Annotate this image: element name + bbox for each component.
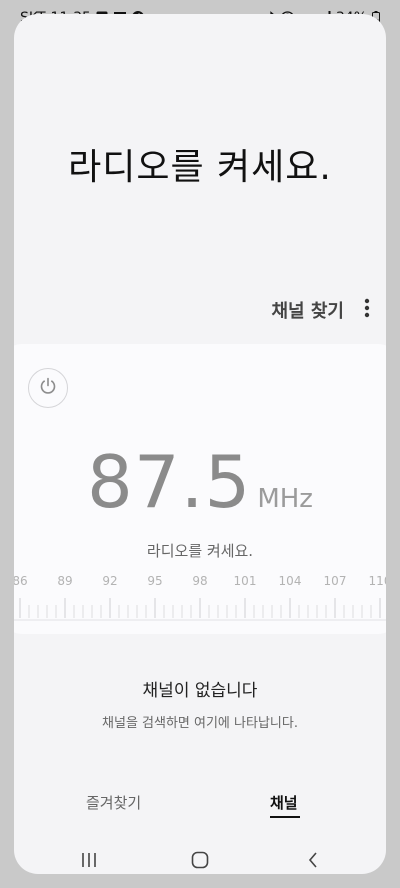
tuner-card: 87.5 MHz 라디오를 켜세요. 86 89 92 95 98 101 104 107 11…	[14, 344, 386, 634]
more-options-icon[interactable]	[362, 298, 372, 323]
back-icon	[307, 851, 319, 873]
empty-state-title: 채널이 없습니다	[142, 681, 258, 701]
page-title: 라디오를 켜세요.	[68, 147, 332, 188]
system-nav-bar	[14, 850, 386, 874]
empty-state-subtitle: 채널을 검색하면 여기에 나타납니다.	[102, 716, 298, 731]
scale-label: 110	[368, 574, 386, 588]
scale-label: 92	[102, 574, 118, 588]
tab-channels[interactable]: 채널	[270, 792, 298, 813]
recent-apps-icon	[80, 852, 98, 872]
app-screen: 라디오를 켜세요. 채널 찾기 87.5 MHz 라디오를 켜세요. 86 89 9…	[14, 14, 386, 874]
find-row: 채널 찾기	[14, 296, 386, 324]
find-channels-button[interactable]: 채널 찾기	[271, 297, 344, 323]
scale-label: 107	[323, 574, 347, 588]
scale-label: 104	[278, 574, 302, 588]
back-button[interactable]	[298, 850, 328, 874]
bottom-tabs: 즐겨찾기 채널	[14, 792, 386, 822]
tab-indicator	[270, 816, 300, 818]
scale-label: 86	[14, 574, 28, 588]
frequency-display: 87.5 MHz	[14, 440, 386, 524]
power-icon	[38, 376, 58, 400]
recent-apps-button[interactable]	[74, 850, 104, 874]
tuner-status: 라디오를 켜세요.	[146, 542, 254, 560]
frequency-unit: MHz	[257, 484, 313, 514]
power-button[interactable]	[28, 368, 68, 408]
scale-label: 95	[147, 574, 163, 588]
tab-favorites[interactable]: 즐겨찾기	[86, 792, 141, 813]
frequency-dial[interactable]	[14, 596, 386, 622]
scale-label: 89	[57, 574, 73, 588]
frequency-value: 87.5	[87, 440, 252, 524]
frequency-scale-labels: 86 89 92 95 98 101 104 107 110	[14, 574, 386, 590]
scale-label: 98	[192, 574, 208, 588]
scale-label: 101	[233, 574, 257, 588]
home-icon	[191, 851, 209, 873]
home-button[interactable]	[185, 850, 215, 874]
